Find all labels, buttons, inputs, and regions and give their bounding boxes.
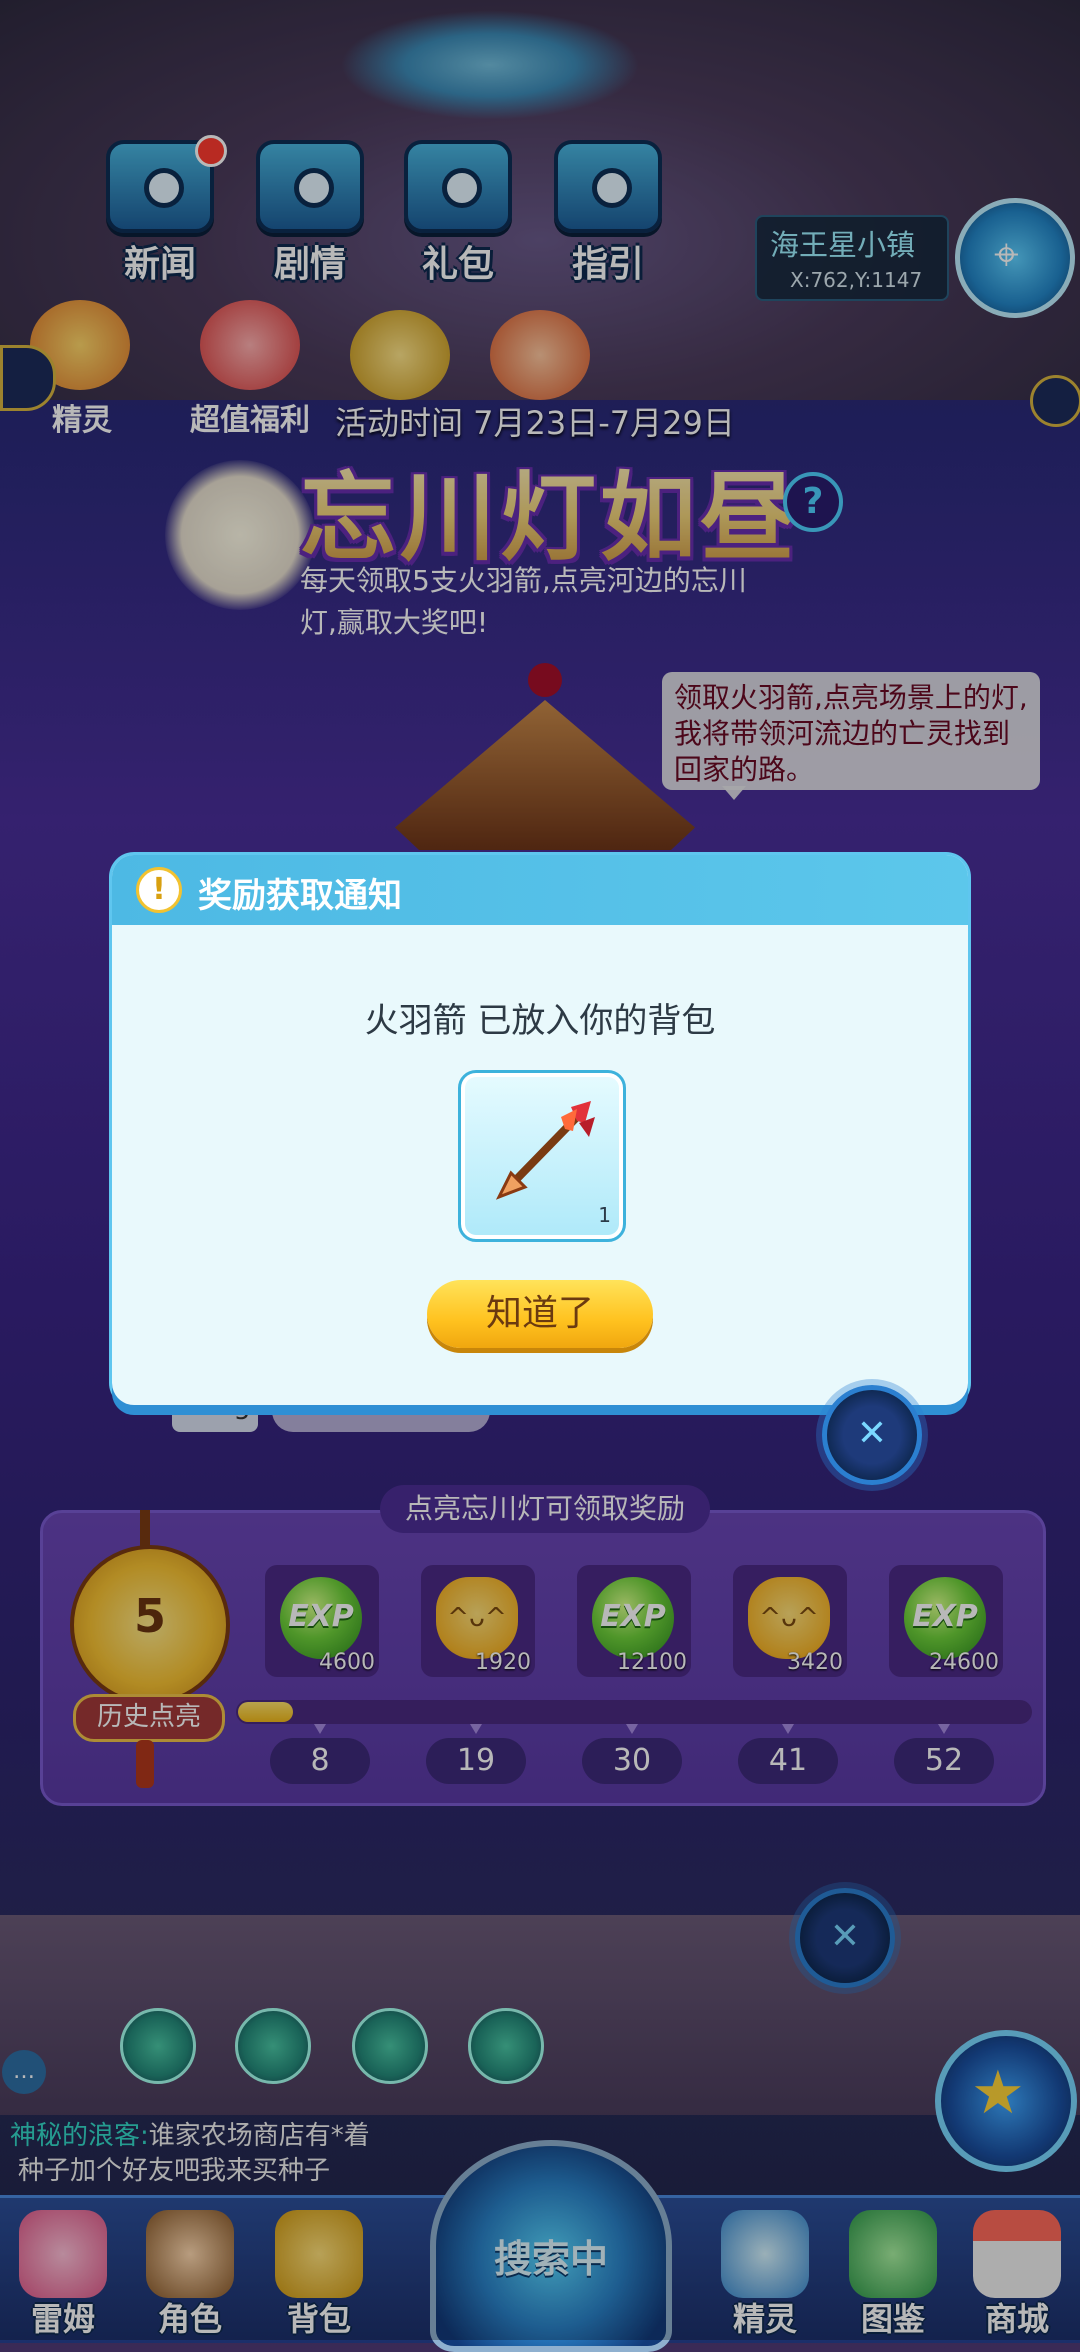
confirm-button[interactable]: 知道了 [427, 1280, 653, 1348]
close-icon[interactable]: ✕ [822, 1385, 922, 1485]
item-slot[interactable]: 1 [458, 1070, 626, 1242]
exclamation-icon: ! [136, 867, 182, 913]
dialog-title: 奖励获取通知 [198, 876, 402, 916]
item-quantity: 1 [598, 1203, 611, 1227]
dialog-message: 火羽箭 已放入你的背包 [364, 1001, 716, 1041]
reward-notice-dialog: ! 奖励获取通知 火羽箭 已放入你的背包 1 知道了 [112, 855, 968, 1405]
fire-arrow-icon [495, 1101, 595, 1200]
